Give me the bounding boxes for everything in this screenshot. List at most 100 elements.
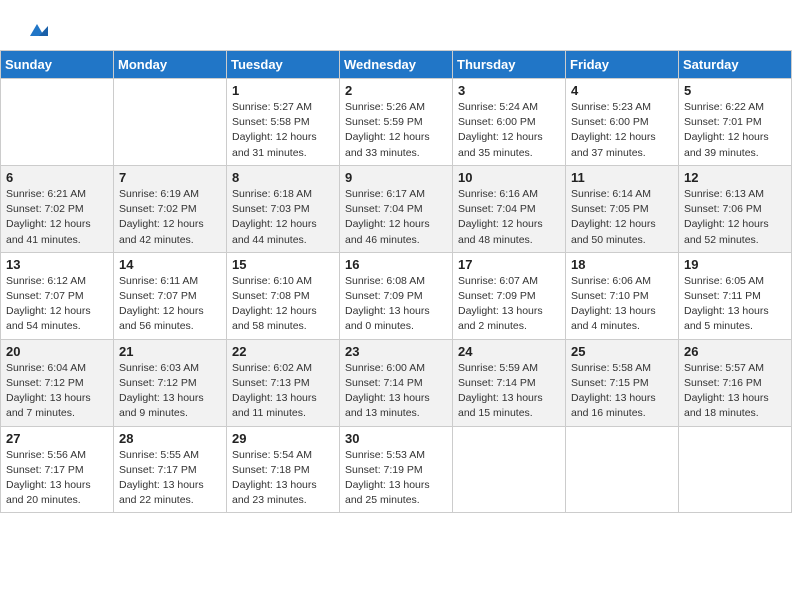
calendar-cell: 7 Sunrise: 6:19 AM Sunset: 7:02 PM Daylig… [114,165,227,252]
weekday-header-thursday: Thursday [453,51,566,79]
weekday-header-wednesday: Wednesday [340,51,453,79]
day-number: 12 [684,170,786,185]
day-number: 5 [684,83,786,98]
calendar-cell [453,426,566,513]
day-number: 16 [345,257,447,272]
calendar-cell: 21Sunrise: 6:03 AM Sunset: 7:12 PM Dayli… [114,339,227,426]
day-number: 21 [119,344,221,359]
day-info: Sunrise: 5:27 AM Sunset: 5:58 PM Dayligh… [232,100,334,161]
day-number: 19 [684,257,786,272]
day-info: Sunrise: 6:19 AM Sunset: 7:02 PM Dayligh… [119,187,221,248]
day-number: 23 [345,344,447,359]
day-number: 2 [345,83,447,98]
day-number: 1 [232,83,334,98]
calendar-cell: 8Sunrise: 6:18 AM Sunset: 7:03 PM Daylig… [227,165,340,252]
day-info: Sunrise: 6:11 AM Sunset: 7:07 PM Dayligh… [119,274,221,335]
day-number: 6 [6,170,108,185]
calendar-cell: 5Sunrise: 6:22 AM Sunset: 7:01 PM Daylig… [679,79,792,166]
calendar-cell: 22 Sunrise: 6:02 AM Sunset: 7:13 PM Dayli… [227,339,340,426]
calendar-cell [566,426,679,513]
calendar-cell: 18 Sunrise: 6:06 AM Sunset: 7:10 PM Dayli… [566,252,679,339]
calendar-cell: 1 Sunrise: 5:27 AM Sunset: 5:58 PM Daylig… [227,79,340,166]
day-info: Sunrise: 5:57 AM Sunset: 7:16 PM Dayligh… [684,361,786,422]
calendar-table: SundayMondayTuesdayWednesdayThursdayFrid… [0,50,792,513]
day-number: 9 [345,170,447,185]
day-number: 8 [232,170,334,185]
calendar-week-row: 20 Sunrise: 6:04 AM Sunset: 7:12 PM Dayli… [1,339,792,426]
day-info: Sunrise: 6:04 AM Sunset: 7:12 PM Dayligh… [6,361,108,422]
calendar-cell: 10 Sunrise: 6:16 AM Sunset: 7:04 PM Dayli… [453,165,566,252]
calendar-cell: 11 Sunrise: 6:14 AM Sunset: 7:05 PM Dayli… [566,165,679,252]
day-info: Sunrise: 6:07 AM Sunset: 7:09 PM Dayligh… [458,274,560,335]
weekday-header-sunday: Sunday [1,51,114,79]
calendar-cell: 26 Sunrise: 5:57 AM Sunset: 7:16 PM Dayli… [679,339,792,426]
day-number: 24 [458,344,560,359]
logo-icon [26,18,48,40]
page-header [0,0,792,50]
day-info: Sunrise: 6:08 AM Sunset: 7:09 PM Dayligh… [345,274,447,335]
day-info: Sunrise: 6:14 AM Sunset: 7:05 PM Dayligh… [571,187,673,248]
calendar-cell: 23 Sunrise: 6:00 AM Sunset: 7:14 PM Dayli… [340,339,453,426]
day-number: 17 [458,257,560,272]
calendar-cell: 6 Sunrise: 6:21 AM Sunset: 7:02 PM Daylig… [1,165,114,252]
day-info: Sunrise: 6:16 AM Sunset: 7:04 PM Dayligh… [458,187,560,248]
calendar-cell: 29 Sunrise: 5:54 AM Sunset: 7:18 PM Dayli… [227,426,340,513]
calendar-week-row: 13 Sunrise: 6:12 AM Sunset: 7:07 PM Dayli… [1,252,792,339]
day-info: Sunrise: 5:54 AM Sunset: 7:18 PM Dayligh… [232,448,334,509]
calendar-cell: 2 Sunrise: 5:26 AM Sunset: 5:59 PM Daylig… [340,79,453,166]
calendar-cell: 24 Sunrise: 5:59 AM Sunset: 7:14 PM Dayli… [453,339,566,426]
day-info: Sunrise: 5:23 AM Sunset: 6:00 PM Dayligh… [571,100,673,161]
day-number: 18 [571,257,673,272]
day-info: Sunrise: 6:05 AM Sunset: 7:11 PM Dayligh… [684,274,786,335]
day-number: 27 [6,431,108,446]
day-number: 29 [232,431,334,446]
day-number: 13 [6,257,108,272]
weekday-header-saturday: Saturday [679,51,792,79]
weekday-header-friday: Friday [566,51,679,79]
logo [24,18,48,40]
calendar-cell: 30 Sunrise: 5:53 AM Sunset: 7:19 PM Dayli… [340,426,453,513]
calendar-cell [679,426,792,513]
day-number: 20 [6,344,108,359]
day-number: 30 [345,431,447,446]
day-info: Sunrise: 6:12 AM Sunset: 7:07 PM Dayligh… [6,274,108,335]
calendar-cell: 3Sunrise: 5:24 AM Sunset: 6:00 PM Daylig… [453,79,566,166]
weekday-header-monday: Monday [114,51,227,79]
day-info: Sunrise: 6:21 AM Sunset: 7:02 PM Dayligh… [6,187,108,248]
calendar-week-row: 27 Sunrise: 5:56 AM Sunset: 7:17 PM Dayli… [1,426,792,513]
day-number: 10 [458,170,560,185]
day-number: 11 [571,170,673,185]
calendar-cell [114,79,227,166]
calendar-cell: 20 Sunrise: 6:04 AM Sunset: 7:12 PM Dayli… [1,339,114,426]
day-info: Sunrise: 6:02 AM Sunset: 7:13 PM Dayligh… [232,361,334,422]
day-number: 15 [232,257,334,272]
day-info: Sunrise: 5:24 AM Sunset: 6:00 PM Dayligh… [458,100,560,161]
calendar-cell: 12Sunrise: 6:13 AM Sunset: 7:06 PM Dayli… [679,165,792,252]
calendar-cell: 9 Sunrise: 6:17 AM Sunset: 7:04 PM Daylig… [340,165,453,252]
calendar-cell: 17 Sunrise: 6:07 AM Sunset: 7:09 PM Dayli… [453,252,566,339]
day-info: Sunrise: 6:17 AM Sunset: 7:04 PM Dayligh… [345,187,447,248]
day-info: Sunrise: 5:59 AM Sunset: 7:14 PM Dayligh… [458,361,560,422]
day-number: 28 [119,431,221,446]
day-number: 25 [571,344,673,359]
calendar-cell: 16 Sunrise: 6:08 AM Sunset: 7:09 PM Dayli… [340,252,453,339]
day-info: Sunrise: 5:55 AM Sunset: 7:17 PM Dayligh… [119,448,221,509]
day-number: 14 [119,257,221,272]
calendar-cell: 19 Sunrise: 6:05 AM Sunset: 7:11 PM Dayli… [679,252,792,339]
calendar-cell: 14 Sunrise: 6:11 AM Sunset: 7:07 PM Dayli… [114,252,227,339]
calendar-cell: 4Sunrise: 5:23 AM Sunset: 6:00 PM Daylig… [566,79,679,166]
calendar-cell: 27 Sunrise: 5:56 AM Sunset: 7:17 PM Dayli… [1,426,114,513]
day-info: Sunrise: 6:00 AM Sunset: 7:14 PM Dayligh… [345,361,447,422]
day-info: Sunrise: 5:53 AM Sunset: 7:19 PM Dayligh… [345,448,447,509]
day-info: Sunrise: 5:56 AM Sunset: 7:17 PM Dayligh… [6,448,108,509]
day-number: 7 [119,170,221,185]
weekday-header-row: SundayMondayTuesdayWednesdayThursdayFrid… [1,51,792,79]
day-number: 26 [684,344,786,359]
calendar-cell [1,79,114,166]
calendar-cell: 15Sunrise: 6:10 AM Sunset: 7:08 PM Dayli… [227,252,340,339]
day-info: Sunrise: 5:58 AM Sunset: 7:15 PM Dayligh… [571,361,673,422]
day-info: Sunrise: 5:26 AM Sunset: 5:59 PM Dayligh… [345,100,447,161]
calendar-cell: 25 Sunrise: 5:58 AM Sunset: 7:15 PM Dayli… [566,339,679,426]
day-info: Sunrise: 6:06 AM Sunset: 7:10 PM Dayligh… [571,274,673,335]
day-number: 22 [232,344,334,359]
